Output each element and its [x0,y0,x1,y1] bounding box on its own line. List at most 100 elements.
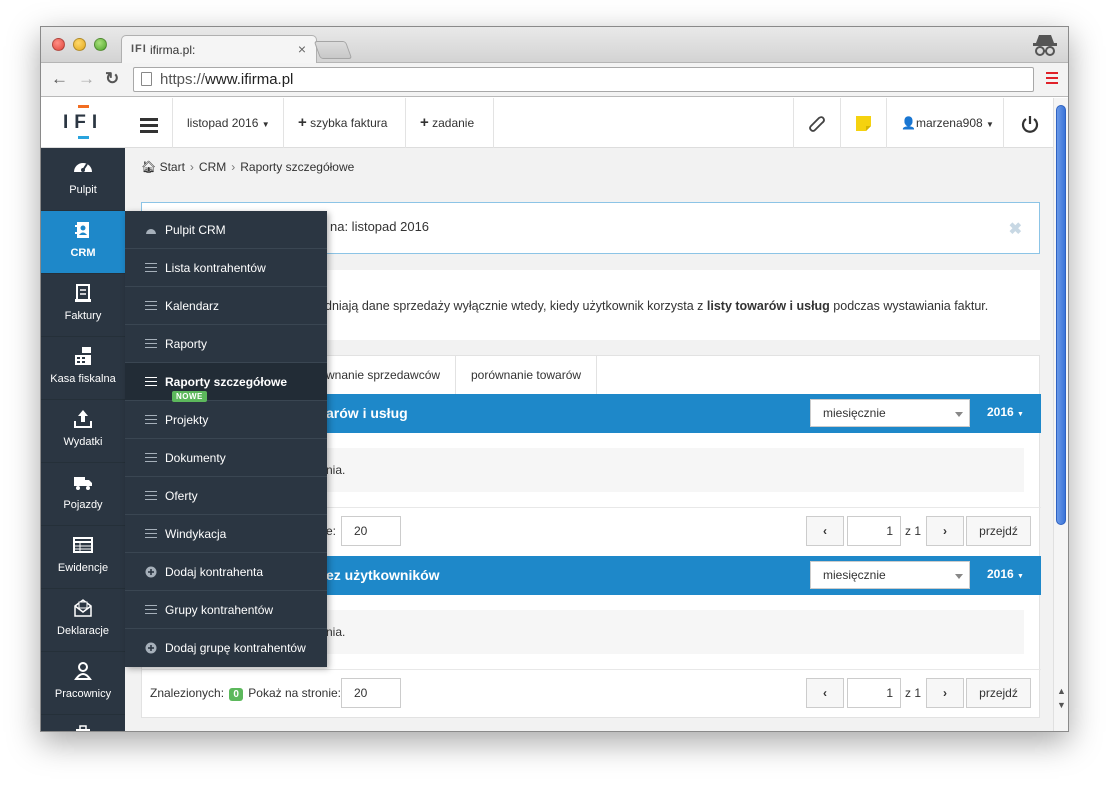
logout-button[interactable] [1004,98,1055,148]
list-icon [145,377,157,387]
flyout-item-lista-kontrahentow[interactable]: Lista kontrahentów [125,249,327,287]
go-page-button[interactable]: przejdź [966,678,1031,708]
close-icon[interactable]: ✖ [1009,219,1022,239]
scroll-down-arrow-icon[interactable]: ▼ [1057,700,1066,710]
perpage-input[interactable]: 20 [341,516,401,546]
list-icon [145,263,157,273]
alert-text: na: listopad 2016 [330,219,430,234]
flyout-item-dodaj-grupe[interactable]: Dodaj grupę kontrahentów [125,629,327,667]
logo[interactable]: IFI [41,98,125,148]
back-arrow-icon[interactable]: ← [51,69,68,89]
section-title: ez użytkowników [326,567,440,583]
quick-invoice-button[interactable]: + szybka faktura [284,98,406,148]
sidebar-item-ewidencje[interactable]: Ewidencje [41,526,125,589]
forward-arrow-icon[interactable]: → [78,69,95,89]
breadcrumb-crm[interactable]: CRM [199,160,226,174]
scroll-thumb[interactable] [1056,105,1066,525]
page-scrollbar[interactable]: ▲ ▼ [1053,98,1068,731]
scroll-up-arrow-icon[interactable]: ▲ [1057,686,1066,696]
sidebar-item-kasa-fiskalna[interactable]: Kasa fiskalna [41,337,125,400]
period-select[interactable]: miesięcznie [810,399,970,427]
flyout-label: Dodaj grupę kontrahentów [165,641,306,655]
flyout-item-grupy-kontrahentow[interactable]: Grupy kontrahentów [125,591,327,629]
paperclip-icon [809,116,825,132]
perpage-input[interactable]: 20 [341,678,401,708]
page-input[interactable]: 1 [847,516,901,546]
sidebar-item-deklaracje[interactable]: Deklaracje [41,589,125,652]
go-page-button[interactable]: przejdź [966,516,1031,546]
flyout-item-kalendarz[interactable]: Kalendarz [125,287,327,325]
add-task-button[interactable]: + zadanie [406,98,494,148]
page-content: IFI Pulpit CRM Faktury Kasa fiskalna Wyd… [41,98,1055,731]
new-tab-button[interactable] [313,41,353,59]
year-dropdown[interactable]: 2016 ▼ [987,567,1024,581]
flyout-item-oferty[interactable]: Oferty [125,477,327,515]
next-page-button[interactable]: › [926,516,964,546]
flyout-item-raporty[interactable]: Raporty [125,325,327,363]
flyout-label: Windykacja [165,527,227,541]
page-input[interactable]: 1 [847,678,901,708]
sidebar-label: Wydatki [63,436,103,448]
prev-page-button[interactable]: ‹ [806,516,844,546]
sidebar-item-faktury[interactable]: Faktury [41,274,125,337]
cash-register-icon [75,347,91,365]
list-icon [145,453,157,463]
flyout-item-pulpit-crm[interactable]: Pulpit CRM [125,211,327,249]
incognito-icon [1033,35,1057,56]
hamburger-menu-button[interactable] [125,98,173,148]
address-bar[interactable]: https://www.ifirma.pl [133,67,1034,92]
sticky-note-icon [856,116,871,132]
flyout-item-dodaj-kontrahenta[interactable]: Dodaj kontrahenta [125,553,327,591]
page-icon [141,72,152,86]
plus-icon: + [298,114,307,131]
next-page-button[interactable]: › [926,678,964,708]
caret-down-icon: ▼ [261,120,270,129]
browser-menu-icon[interactable] [1046,72,1058,85]
sidebar-item-more[interactable] [41,715,125,731]
sidebar-item-wydatki[interactable]: Wydatki [41,400,125,463]
tab-products-comparison[interactable]: porównanie towarów [456,356,598,394]
sidebar-item-crm[interactable]: CRM [41,211,125,274]
flyout-label: Dokumenty [165,451,226,465]
sidebar-label: Ewidencje [57,562,109,574]
period-select[interactable]: miesięcznie [810,561,970,589]
prev-page-button[interactable]: ‹ [806,678,844,708]
period-dropdown[interactable]: listopad 2016 ▼ [173,98,284,148]
found-label: Znalezionych: 0 Pokaż na stronie: [150,686,342,701]
reload-icon[interactable]: ↻ [105,69,119,89]
caret-down-icon: ▼ [986,120,994,129]
year-dropdown[interactable]: 2016 ▼ [987,405,1024,419]
close-window-button[interactable] [52,38,65,51]
sidebar-item-pracownicy[interactable]: Pracownicy [41,652,125,715]
perpage-label: e: [326,524,337,538]
flyout-label: Dodaj kontrahenta [165,565,264,579]
notes-button[interactable] [841,98,887,148]
crm-flyout-menu: Pulpit CRM Lista kontrahentów Kalendarz … [125,211,327,667]
breadcrumb-start[interactable]: Start [160,160,185,174]
plus-circle-icon [145,566,157,578]
page-of-label: z 1 [905,524,922,538]
flyout-item-raporty-szczegolowe[interactable]: Raporty szczegółoweNOWE [125,363,327,402]
home-icon: 🏠︎ [141,160,157,174]
found-count-badge: 0 [229,688,243,701]
zoom-window-button[interactable] [94,38,107,51]
browser-tab[interactable]: IFI ifirma.pl: × [121,35,317,63]
flyout-item-projekty[interactable]: Projekty [125,401,327,439]
flyout-label: Raporty [165,337,208,351]
logo-accent-bottom [78,136,89,139]
flyout-item-dokumenty[interactable]: Dokumenty [125,439,327,477]
flyout-label: Oferty [165,489,198,503]
tab-close-icon[interactable]: × [298,41,306,57]
flyout-item-windykacja[interactable]: Windykacja [125,515,327,553]
breadcrumb: 🏠︎ Start › CRM › Raporty szczegółowe [141,160,354,174]
attachments-button[interactable] [793,98,841,148]
sidebar-label: Faktury [64,310,102,322]
user-menu-dropdown[interactable]: 👤marzena908 ▼ [887,98,1004,148]
sidebar-item-pojazdy[interactable]: Pojazdy [41,463,125,526]
title-bar: IFI ifirma.pl: × [41,27,1068,63]
favicon-icon: IFI [131,43,147,55]
sidebar-item-pulpit[interactable]: Pulpit [41,148,125,211]
dashboard-icon [74,163,92,172]
minimize-window-button[interactable] [73,38,86,51]
list-icon [145,605,157,615]
